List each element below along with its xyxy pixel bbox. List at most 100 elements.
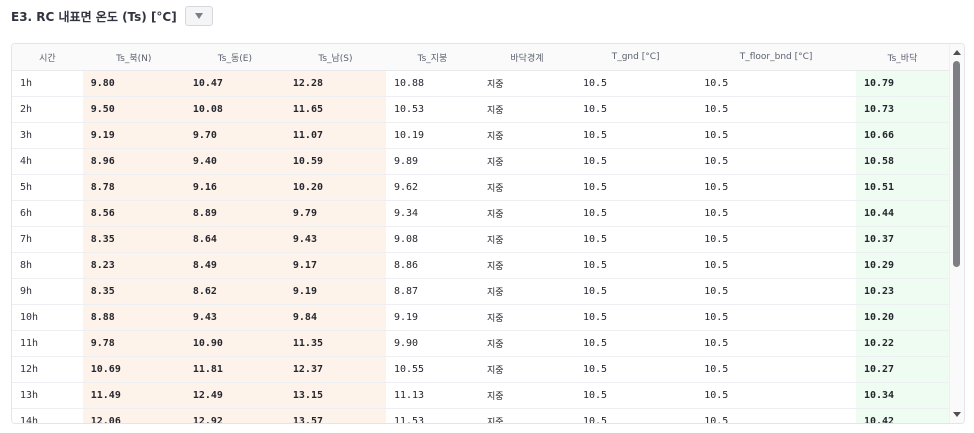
table-cell: 10.55	[385, 356, 479, 383]
table-cell: 10.5	[574, 330, 697, 357]
table-cell: 14h	[12, 408, 83, 423]
table-cell: 10.59	[284, 148, 386, 175]
table-cell: 10.5	[696, 226, 856, 253]
table-cell: 12.06	[82, 408, 185, 423]
table-cell: 10.5	[574, 122, 697, 149]
table-cell: 9.84	[284, 304, 386, 331]
table-row: 5h 8.78 9.16 10.20 9.62 지중 10.5 10.5 10.51	[12, 174, 949, 201]
table-cell: 10.37	[855, 226, 949, 253]
table-cell: 10.5	[696, 278, 856, 305]
table-cell: 12.28	[284, 70, 386, 97]
table-cell: 13.57	[284, 408, 386, 423]
table-cell: 10.53	[385, 96, 479, 123]
table-row: 10h 8.88 9.43 9.84 9.19 지중 10.5 10.5 10.20	[12, 304, 949, 331]
table-cell: 9.80	[82, 70, 185, 97]
table-cell: 5h	[12, 174, 83, 201]
table-cell: 11.07	[284, 122, 386, 149]
table-cell: 8.62	[184, 278, 285, 305]
column-header[interactable]: Ts_바닥	[855, 44, 949, 71]
table-cell: 8.89	[184, 200, 285, 227]
column-header[interactable]: Ts_남(S)	[284, 44, 386, 71]
section-header: E3. RC 내표면 온도 (Ts) [°C]	[11, 6, 213, 26]
table-cell: 10h	[12, 304, 83, 331]
table-cell: 지중	[478, 96, 575, 123]
table-cell: 8h	[12, 252, 83, 279]
table-cell: 9.16	[184, 174, 285, 201]
table-cell: 지중	[478, 70, 575, 97]
table-cell: 지중	[478, 174, 575, 201]
table-cell: 10.20	[284, 174, 386, 201]
table-row: 13h 11.49 12.49 13.15 11.13 지중 10.5 10.5 10.34	[12, 382, 949, 409]
table-row: 2h 9.50 10.08 11.65 10.53 지중 10.5 10.5 10.73	[12, 96, 949, 123]
table-cell: 10.5	[696, 96, 856, 123]
table-row: 9h 8.35 8.62 9.19 8.87 지중 10.5 10.5 10.23	[12, 278, 949, 305]
column-header[interactable]: T_floor_bnd [°C]	[696, 44, 856, 71]
table-cell: 9.90	[385, 330, 479, 357]
table-cell: 9.78	[82, 330, 185, 357]
table-cell: 8.56	[82, 200, 185, 227]
table-cell: 11.53	[385, 408, 479, 423]
column-header[interactable]: 시간	[12, 44, 83, 71]
table-body: 1h 9.80 10.47 12.28 10.88 지중 10.5 10.5 10.79 2h 9.…	[12, 70, 949, 423]
table-cell: 11.81	[184, 356, 285, 383]
table-cell: 9.43	[284, 226, 386, 253]
table-cell: 9.43	[184, 304, 285, 331]
table-cell: 10.79	[855, 70, 949, 97]
table-cell: 12.49	[184, 382, 285, 409]
table-cell: 8.86	[385, 252, 479, 279]
scrollbar-thumb[interactable]	[953, 61, 960, 267]
column-header[interactable]: Ts_지붕	[385, 44, 479, 71]
table-cell: 12.37	[284, 356, 386, 383]
triangle-down-icon	[194, 13, 203, 19]
table-cell: 1h	[12, 70, 83, 97]
table-cell: 10.5	[696, 70, 856, 97]
table-cell: 10.5	[574, 226, 697, 253]
collapse-toggle-button[interactable]	[184, 6, 213, 26]
table-cell: 8.64	[184, 226, 285, 253]
table-cell: 10.5	[574, 96, 697, 123]
table-cell: 10.08	[184, 96, 285, 123]
table-cell: 10.69	[82, 356, 185, 383]
table-cell: 지중	[478, 148, 575, 175]
table-cell: 8.35	[82, 226, 185, 253]
table-cell: 10.5	[574, 356, 697, 383]
table-cell: 9.34	[385, 200, 479, 227]
column-header[interactable]: T_gnd [°C]	[574, 44, 697, 71]
table-cell: 8.49	[184, 252, 285, 279]
table-cell: 13.15	[284, 382, 386, 409]
scroll-up-arrow-icon[interactable]	[953, 50, 961, 55]
table-cell: 10.27	[855, 356, 949, 383]
table-cell: 11.35	[284, 330, 386, 357]
table-cell: 10.90	[184, 330, 285, 357]
data-table-container[interactable]: 시간 Ts_북(N) Ts_동(E) Ts_남(S) Ts_지붕 바닥경계 T_gnd [°…	[11, 43, 965, 424]
vertical-scrollbar[interactable]	[949, 44, 964, 423]
column-header[interactable]: 바닥경계	[478, 44, 575, 71]
table-row: 14h 12.06 12.92 13.57 11.53 지중 10.5 10.5 10.42	[12, 408, 949, 423]
table-cell: 10.44	[855, 200, 949, 227]
table-cell: 10.5	[574, 278, 697, 305]
table-cell: 10.20	[855, 304, 949, 331]
table-cell: 10.5	[574, 148, 697, 175]
table-row: 11h 9.78 10.90 11.35 9.90 지중 10.5 10.5 10.22	[12, 330, 949, 357]
column-header[interactable]: Ts_동(E)	[184, 44, 285, 71]
table-cell: 10.29	[855, 252, 949, 279]
table-cell: 9h	[12, 278, 83, 305]
table-cell: 지중	[478, 122, 575, 149]
table-cell: 9.19	[82, 122, 185, 149]
table-cell: 10.23	[855, 278, 949, 305]
table-cell: 10.5	[574, 200, 697, 227]
table-cell: 8.87	[385, 278, 479, 305]
table-cell: 10.5	[696, 200, 856, 227]
table-cell: 13h	[12, 382, 83, 409]
table-cell: 지중	[478, 278, 575, 305]
table-cell: 8.23	[82, 252, 185, 279]
table-cell: 9.17	[284, 252, 386, 279]
column-header[interactable]: Ts_북(N)	[82, 44, 185, 71]
table-cell: 10.42	[855, 408, 949, 423]
table-cell: 9.62	[385, 174, 479, 201]
scroll-down-arrow-icon[interactable]	[953, 412, 961, 417]
table-cell: 10.5	[574, 174, 697, 201]
table-cell: 지중	[478, 200, 575, 227]
table-cell: 10.5	[696, 252, 856, 279]
table-cell: 9.79	[284, 200, 386, 227]
